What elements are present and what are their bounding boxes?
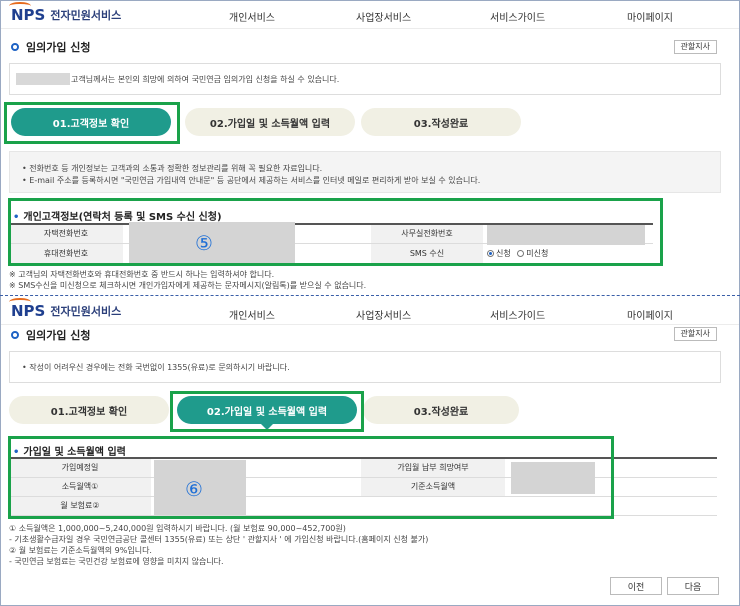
logo-text: 전자민원서비스	[50, 9, 122, 22]
prev-button[interactable]: 이전	[610, 577, 662, 595]
note-line: ① 소득월액은 1,000,000~5,240,000원 입력하시기 바랍니다.…	[9, 524, 346, 533]
info-box: • 전화번호 등 개인정보는 고객과의 소통과 정확한 정보관리를 위해 꼭 필…	[9, 151, 721, 193]
site-logo[interactable]: NPS 전자민원서비스	[9, 2, 122, 24]
nav-business-service[interactable]: 사업장서비스	[356, 307, 411, 322]
step-3-complete[interactable]: 03.작성완료	[361, 108, 521, 136]
customer-name-redacted	[16, 73, 70, 85]
note-line: - 기초생활수급자일 경우 국민연금공단 콜센터 1355(유료) 또는 상단 …	[9, 535, 429, 544]
highlight-step2	[170, 391, 364, 432]
income-notes: ① 소득월액은 1,000,000~5,240,000원 입력하시기 바랍니다.…	[9, 523, 428, 567]
notice-box: • 작성이 어려우신 경우에는 전화 국번없이 1355(유료)로 문의하시기 …	[9, 351, 721, 383]
note-line: ※ 고객님의 자택전화번호와 휴대전화번호 중 반드시 하나는 입력하셔야 합니…	[9, 270, 275, 279]
site-logo[interactable]: NPS 전자민원서비스	[9, 298, 122, 320]
note-line: - 국민연금 보험료는 국민건강 보험료에 영향을 미치지 않습니다.	[9, 557, 224, 566]
info-line-2: • E-mail 주소를 등록하시면 "국민연금 가입내역 안내문" 등 공단에…	[22, 176, 481, 185]
panel-step1: NPS 전자민원서비스 개인서비스 사업장서비스 서비스가이드 마이페이지 임의…	[1, 1, 739, 294]
nav-my-page[interactable]: 마이페이지	[627, 307, 673, 322]
info-line-1: • 전화번호 등 개인정보는 고객과의 소통과 정확한 정보관리를 위해 꼭 필…	[22, 164, 323, 173]
nps-logo-mark: NPS	[9, 298, 45, 320]
page-title: 임의가입 신청	[11, 39, 91, 55]
title-bullet-icon	[11, 43, 19, 51]
notice-text: 고객님께서는 본인의 희망에 의하여 국민연금 임의가입 신청을 하실 수 있습…	[71, 75, 340, 84]
highlight-income-section	[8, 436, 614, 519]
nps-logo-mark: NPS	[9, 2, 45, 24]
nav-service-guide[interactable]: 서비스가이드	[490, 307, 545, 322]
step-2-join-date-income[interactable]: 02.가입일 및 소득월액 입력	[185, 108, 355, 136]
nav-service-guide[interactable]: 서비스가이드	[490, 9, 545, 24]
notice-box: 고객님께서는 본인의 희망에 의하여 국민연금 임의가입 신청을 하실 수 있습…	[9, 63, 721, 95]
logo-swoosh-icon	[9, 298, 31, 306]
highlight-step1	[4, 102, 180, 144]
logo-swoosh-icon	[9, 2, 31, 10]
nav-personal-service[interactable]: 개인서비스	[229, 9, 275, 24]
highlight-contact-section	[8, 198, 663, 266]
panel-step2: NPS 전자민원서비스 개인서비스 사업장서비스 서비스가이드 마이페이지 임의…	[1, 297, 739, 605]
office-button[interactable]: 관할지사	[673, 40, 717, 54]
nav-business-service[interactable]: 사업장서비스	[356, 9, 411, 24]
contact-notes: ※ 고객님의 자택전화번호와 휴대전화번호 중 반드시 하나는 입력하셔야 합니…	[9, 269, 366, 291]
step-3-complete[interactable]: 03.작성완료	[363, 396, 519, 424]
note-line: ※ SMS수신을 미신청으로 체크하시면 개인가입자에게 제공하는 문자메시지(…	[9, 281, 367, 290]
title-bullet-icon	[11, 331, 19, 339]
step-1-customer-info[interactable]: 01.고객정보 확인	[9, 396, 169, 424]
panel-divider	[0, 295, 740, 296]
nav-my-page[interactable]: 마이페이지	[627, 9, 673, 24]
nav-personal-service[interactable]: 개인서비스	[229, 307, 275, 322]
site-header: NPS 전자민원서비스 개인서비스 사업장서비스 서비스가이드 마이페이지	[1, 297, 739, 325]
logo-text: 전자민원서비스	[50, 305, 122, 318]
note-line: ② 월 보험료는 기준소득월액의 9%입니다.	[9, 546, 152, 555]
page-title: 임의가입 신청	[11, 327, 91, 343]
site-header: NPS 전자민원서비스 개인서비스 사업장서비스 서비스가이드 마이페이지	[1, 1, 739, 29]
office-button[interactable]: 관할지사	[673, 327, 717, 341]
notice-text: • 작성이 어려우신 경우에는 전화 국번없이 1355(유료)로 문의하시기 …	[22, 363, 290, 372]
next-button[interactable]: 다음	[667, 577, 719, 595]
